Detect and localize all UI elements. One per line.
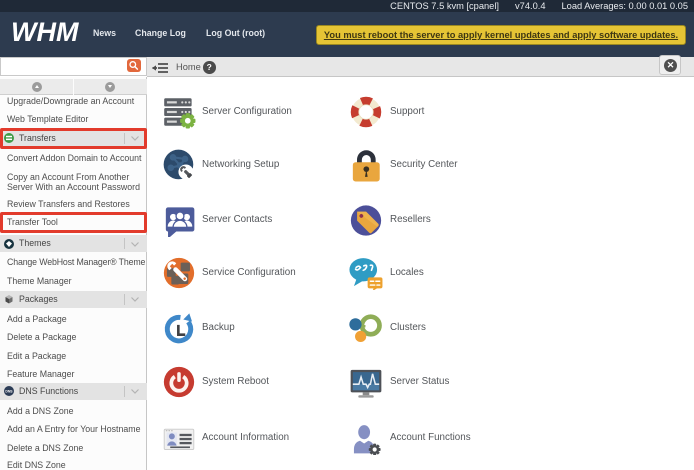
svg-text:DNS: DNS	[5, 390, 13, 394]
